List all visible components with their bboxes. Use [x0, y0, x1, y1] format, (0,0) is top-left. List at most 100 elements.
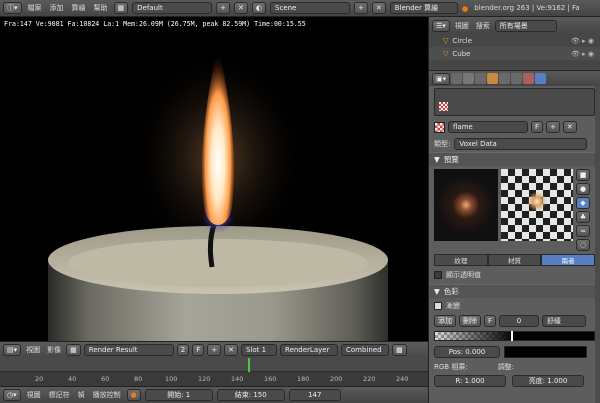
current-frame-field[interactable]: 147 [288, 389, 341, 401]
blender-logo-icon: ● [461, 3, 469, 13]
rgb-multiply-label: RGB 相乘: [434, 363, 468, 371]
world-context-icon[interactable] [475, 73, 487, 84]
menu-render[interactable]: 算繪 [70, 3, 88, 13]
render-viewport[interactable]: Fra:147 Ve:9081 Fa:10824 La:1 Mem:26.09M… [0, 17, 428, 341]
menu-frame[interactable]: 幀 [76, 390, 87, 400]
texture-context-icon[interactable] [535, 73, 547, 84]
render-context-icon[interactable] [451, 73, 463, 84]
material-context-icon[interactable] [523, 73, 535, 84]
object-context-icon[interactable] [487, 73, 499, 84]
ramp-stop-marker[interactable] [511, 331, 513, 341]
preview-shape-buttons: ■ ● ◆ ♣ ≈ ◌ [576, 169, 590, 251]
render-pass-selector[interactable]: Combined [341, 344, 390, 356]
menu-view[interactable]: 視圖 [24, 345, 42, 355]
ramp-checkbox[interactable] [434, 302, 442, 310]
menu-add[interactable]: 添加 [48, 3, 66, 13]
tick-label: 100 [165, 375, 178, 383]
add-texture-button[interactable]: + [546, 121, 560, 133]
image-users-count[interactable]: 2 [176, 344, 190, 356]
info-header: ⓘ▾ 檔案 添加 算繪 幫助 ▦ Default + ✕ ◐ Scene + ✕… [0, 0, 600, 17]
timeline[interactable]: 20 40 60 80 100 120 140 160 180 200 220 … [0, 358, 428, 386]
current-frame-marker[interactable] [248, 358, 250, 372]
render-layer-selector[interactable]: RenderLayer [280, 344, 339, 356]
editor-type-button[interactable]: ☰▾ [432, 19, 450, 32]
texture-type-row: 類型: Voxel Data [429, 136, 600, 152]
ramp-interpolation-selector[interactable]: 舒緩 [542, 315, 587, 327]
red-multiply-field[interactable]: R: 1.000 [434, 375, 506, 387]
ramp-stop-index[interactable]: 0 [499, 315, 540, 327]
tab-texture[interactable]: 紋理 [434, 254, 488, 266]
texture-name-field[interactable]: flame [448, 121, 528, 133]
fake-user-button[interactable]: F [192, 344, 205, 356]
preview-panel-header[interactable]: ▼ 預覽 [429, 152, 600, 166]
image-name-field[interactable]: Render Result [83, 344, 174, 356]
menu-image[interactable]: 影像 [45, 345, 63, 355]
visibility-icons[interactable]: 👁 ▸ ◉ [571, 50, 594, 58]
outliner-item[interactable]: ▽ Circle 👁 ▸ ◉ [429, 34, 600, 47]
tab-both[interactable]: 兩者 [541, 254, 596, 266]
image-browse-icon[interactable]: ▦ [66, 344, 81, 356]
menu-file[interactable]: 檔案 [26, 3, 44, 13]
tab-material[interactable]: 材質 [487, 254, 542, 266]
show-alpha-checkbox[interactable] [434, 271, 442, 279]
menu-help[interactable]: 幫助 [92, 3, 110, 13]
tick-label: 200 [330, 375, 343, 383]
menu-marker[interactable]: 標記符 [47, 390, 72, 400]
adjust-label: 調整: [497, 363, 515, 371]
slot-selector[interactable]: Slot 1 [241, 344, 278, 356]
add-screen-button[interactable]: + [216, 2, 231, 14]
preview-sky-button[interactable]: ◌ [576, 239, 590, 251]
editor-type-button[interactable]: ▤▾ [3, 344, 22, 356]
outliner-item[interactable]: ▽ Cube 👁 ▸ ◉ [429, 47, 600, 60]
properties-scrollbar[interactable] [595, 86, 600, 403]
timeline-ruler[interactable]: 20 40 60 80 100 120 140 160 180 200 220 … [0, 372, 428, 386]
ramp-delete-button[interactable]: 刪除 [459, 315, 481, 327]
unlink-texture-button[interactable]: ✕ [562, 121, 577, 133]
colors-panel-header[interactable]: ▼ 色彩 [429, 284, 600, 298]
menu-search[interactable]: 搜索 [474, 21, 492, 31]
scene-icon[interactable]: ◐ [251, 2, 266, 14]
preview-sphere-button[interactable]: ● [576, 183, 590, 195]
remove-screen-button[interactable]: ✕ [234, 2, 248, 14]
remove-scene-button[interactable]: ✕ [371, 2, 386, 14]
add-image-button[interactable]: + [207, 344, 222, 356]
display-mode-selector[interactable]: 所有場景 [494, 19, 557, 32]
texture-type-selector[interactable]: Voxel Data [454, 138, 587, 150]
preview-monkey-button[interactable]: ♣ [576, 211, 590, 223]
record-icon[interactable]: ● [126, 389, 141, 401]
preview-plane-button[interactable]: ■ [576, 169, 590, 181]
unlink-image-button[interactable]: ✕ [224, 344, 239, 356]
add-scene-button[interactable]: + [354, 2, 368, 14]
end-frame-field[interactable]: 結束: 150 [216, 389, 285, 401]
scene-context-icon[interactable] [463, 73, 475, 84]
texture-slot-list[interactable] [434, 88, 595, 116]
screen-icon[interactable]: ▦ [113, 2, 129, 14]
editor-type-button[interactable]: ▣▾ [432, 72, 451, 85]
editor-type-button[interactable]: ⓘ▾ [3, 2, 22, 14]
fake-user-button[interactable]: F [531, 121, 544, 133]
screen-selector[interactable]: Default [132, 2, 213, 14]
brightness-field[interactable]: 亮度: 1.000 [512, 375, 584, 387]
ramp-add-button[interactable]: 添加 [434, 315, 456, 327]
modifiers-context-icon[interactable] [511, 73, 523, 84]
visibility-icons[interactable]: 👁 ▸ ◉ [571, 37, 594, 45]
timeline-track[interactable] [0, 358, 428, 372]
color-ramp-bar[interactable] [434, 331, 595, 341]
scene-selector[interactable]: Scene [270, 2, 350, 14]
constraints-context-icon[interactable] [499, 73, 511, 84]
menu-view[interactable]: 視圖 [453, 21, 471, 31]
ramp-color-swatch[interactable] [504, 346, 587, 358]
ramp-flip-button[interactable]: F [484, 315, 497, 327]
ramp-position-field[interactable]: Pos: 0.000 [434, 346, 500, 358]
start-frame-field[interactable]: 開始: 1 [144, 389, 213, 401]
tick-label: 80 [134, 375, 143, 383]
menu-view[interactable]: 視圖 [25, 390, 43, 400]
texture-icon[interactable] [434, 121, 445, 133]
display-channels-icon[interactable]: ▩ [392, 344, 407, 356]
menu-playback[interactable]: 播放控制 [91, 390, 123, 400]
editor-type-button[interactable]: ◷▾ [3, 389, 21, 401]
preview-cube-button[interactable]: ◆ [576, 197, 590, 209]
preview-hair-button[interactable]: ≈ [576, 225, 590, 237]
collapse-arrow-icon: ▼ [434, 155, 440, 164]
render-engine-selector[interactable]: Blender 算繪 [389, 2, 458, 14]
